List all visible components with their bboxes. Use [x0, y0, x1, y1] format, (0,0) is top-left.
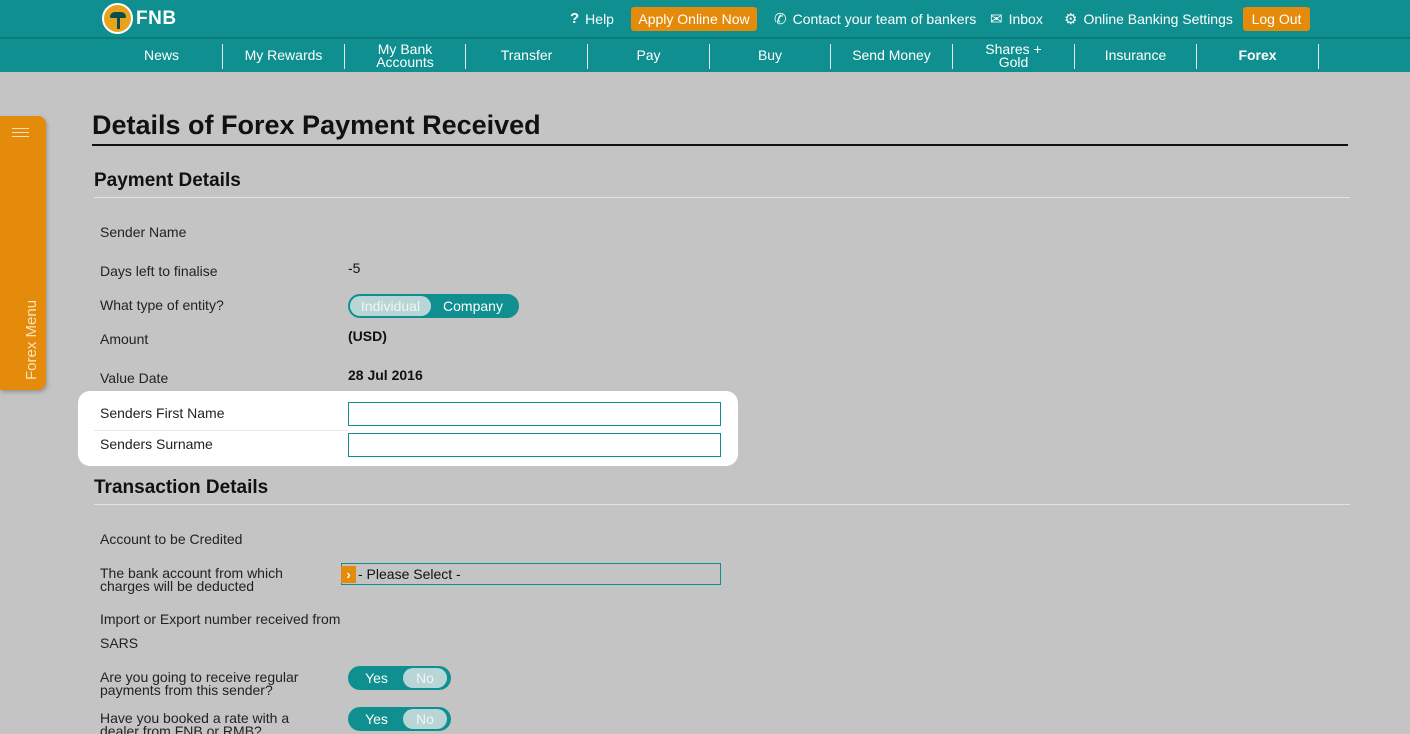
nav-item-insurance[interactable]: Insurance	[1075, 39, 1196, 72]
days-left-value: -5	[348, 260, 361, 276]
nav-item-my-rewards[interactable]: My Rewards	[223, 39, 344, 72]
logo-text: FNB	[136, 7, 177, 29]
charges-account-label: The bank account from which charges will…	[100, 565, 283, 594]
select-arrow-icon: ›	[341, 565, 356, 583]
value-date-label: Value Date	[100, 370, 169, 386]
gear-icon: ⚙	[1064, 10, 1078, 28]
first-name-label: Senders First Name	[100, 405, 225, 421]
contact-label: Contact your team of bankers	[792, 10, 977, 27]
apply-online-button[interactable]: Apply Online Now	[631, 7, 757, 31]
booked-rate-toggle[interactable]: Yes No	[348, 707, 451, 731]
section-divider	[94, 504, 1350, 505]
section-divider	[94, 197, 1350, 198]
nav-item-transfer[interactable]: Transfer	[466, 39, 587, 72]
regular-payments-label: Are you going to receive regular payment…	[100, 669, 299, 698]
help-link[interactable]: ? Help	[570, 0, 614, 37]
amount-label: Amount	[100, 331, 149, 347]
account-credited-label: Account to be Credited	[100, 531, 243, 547]
entity-type-toggle[interactable]: Individual Company	[348, 294, 519, 318]
amount-value: (USD)	[348, 328, 387, 344]
transaction-details-heading: Transaction Details	[94, 477, 269, 498]
regular-payments-no[interactable]: No	[403, 668, 447, 688]
nav-item-send-money[interactable]: Send Money	[831, 39, 952, 72]
envelope-icon: ✉	[990, 10, 1003, 28]
value-date-value: 28 Jul 2016	[348, 367, 423, 383]
nav-item-pay[interactable]: Pay	[588, 39, 709, 72]
settings-label: Online Banking Settings	[1083, 10, 1233, 27]
import-export-label: Import or Export number received from	[100, 611, 341, 627]
top-bar: FNB ? Help Apply Online Now ✆ Contact yo…	[0, 0, 1410, 37]
help-label: Help	[585, 10, 614, 27]
help-icon: ?	[570, 10, 580, 27]
booked-rate-yes[interactable]: Yes	[350, 709, 403, 729]
nav-item-buy[interactable]: Buy	[710, 39, 830, 72]
fnb-logo[interactable]: FNB	[102, 3, 177, 34]
payment-details-heading: Payment Details	[94, 170, 241, 191]
logo-tree-icon	[102, 3, 133, 34]
surname-label: Senders Surname	[100, 436, 213, 452]
entity-option-company[interactable]: Company	[431, 296, 515, 316]
inbox-link[interactable]: ✉ Inbox	[990, 0, 1043, 37]
sars-label: SARS	[100, 635, 139, 651]
hamburger-icon	[12, 128, 29, 140]
online-banking-settings-link[interactable]: ⚙ Online Banking Settings	[1064, 0, 1233, 37]
nav-item-forex[interactable]: Forex	[1197, 39, 1318, 72]
regular-payments-toggle[interactable]: Yes No	[348, 666, 451, 690]
booked-rate-no[interactable]: No	[403, 709, 447, 729]
entity-option-individual[interactable]: Individual	[350, 296, 431, 316]
entity-type-label: What type of entity?	[100, 297, 224, 313]
phone-icon: ✆	[774, 10, 787, 28]
first-name-input[interactable]	[348, 402, 721, 426]
title-divider	[92, 144, 1348, 146]
days-left-label: Days left to finalise	[100, 263, 218, 279]
logout-button[interactable]: Log Out	[1243, 7, 1310, 31]
sender-name-label: Sender Name	[100, 224, 187, 240]
forex-menu-label: Forex Menu	[23, 299, 40, 380]
surname-input[interactable]	[348, 433, 721, 457]
regular-payments-yes[interactable]: Yes	[350, 668, 403, 688]
charges-account-select[interactable]: › - Please Select -	[341, 563, 721, 585]
nav-item-news[interactable]: News	[101, 39, 222, 72]
contact-bankers-link[interactable]: ✆ Contact your team of bankers	[774, 0, 976, 37]
page-title: Details of Forex Payment Received	[92, 110, 541, 140]
nav-divider	[1318, 44, 1319, 69]
inbox-label: Inbox	[1008, 10, 1043, 27]
main-nav: News My Rewards My Bank Accounts Transfe…	[0, 37, 1410, 72]
forex-menu-tab[interactable]: Forex Menu	[0, 116, 46, 390]
field-divider	[94, 430, 348, 431]
charges-account-selected: - Please Select -	[358, 566, 461, 582]
nav-item-my-bank-accounts[interactable]: My Bank Accounts	[345, 39, 465, 72]
booked-rate-label: Have you booked a rate with a dealer fro…	[100, 710, 290, 734]
nav-item-shares-gold[interactable]: Shares + Gold	[953, 39, 1074, 72]
